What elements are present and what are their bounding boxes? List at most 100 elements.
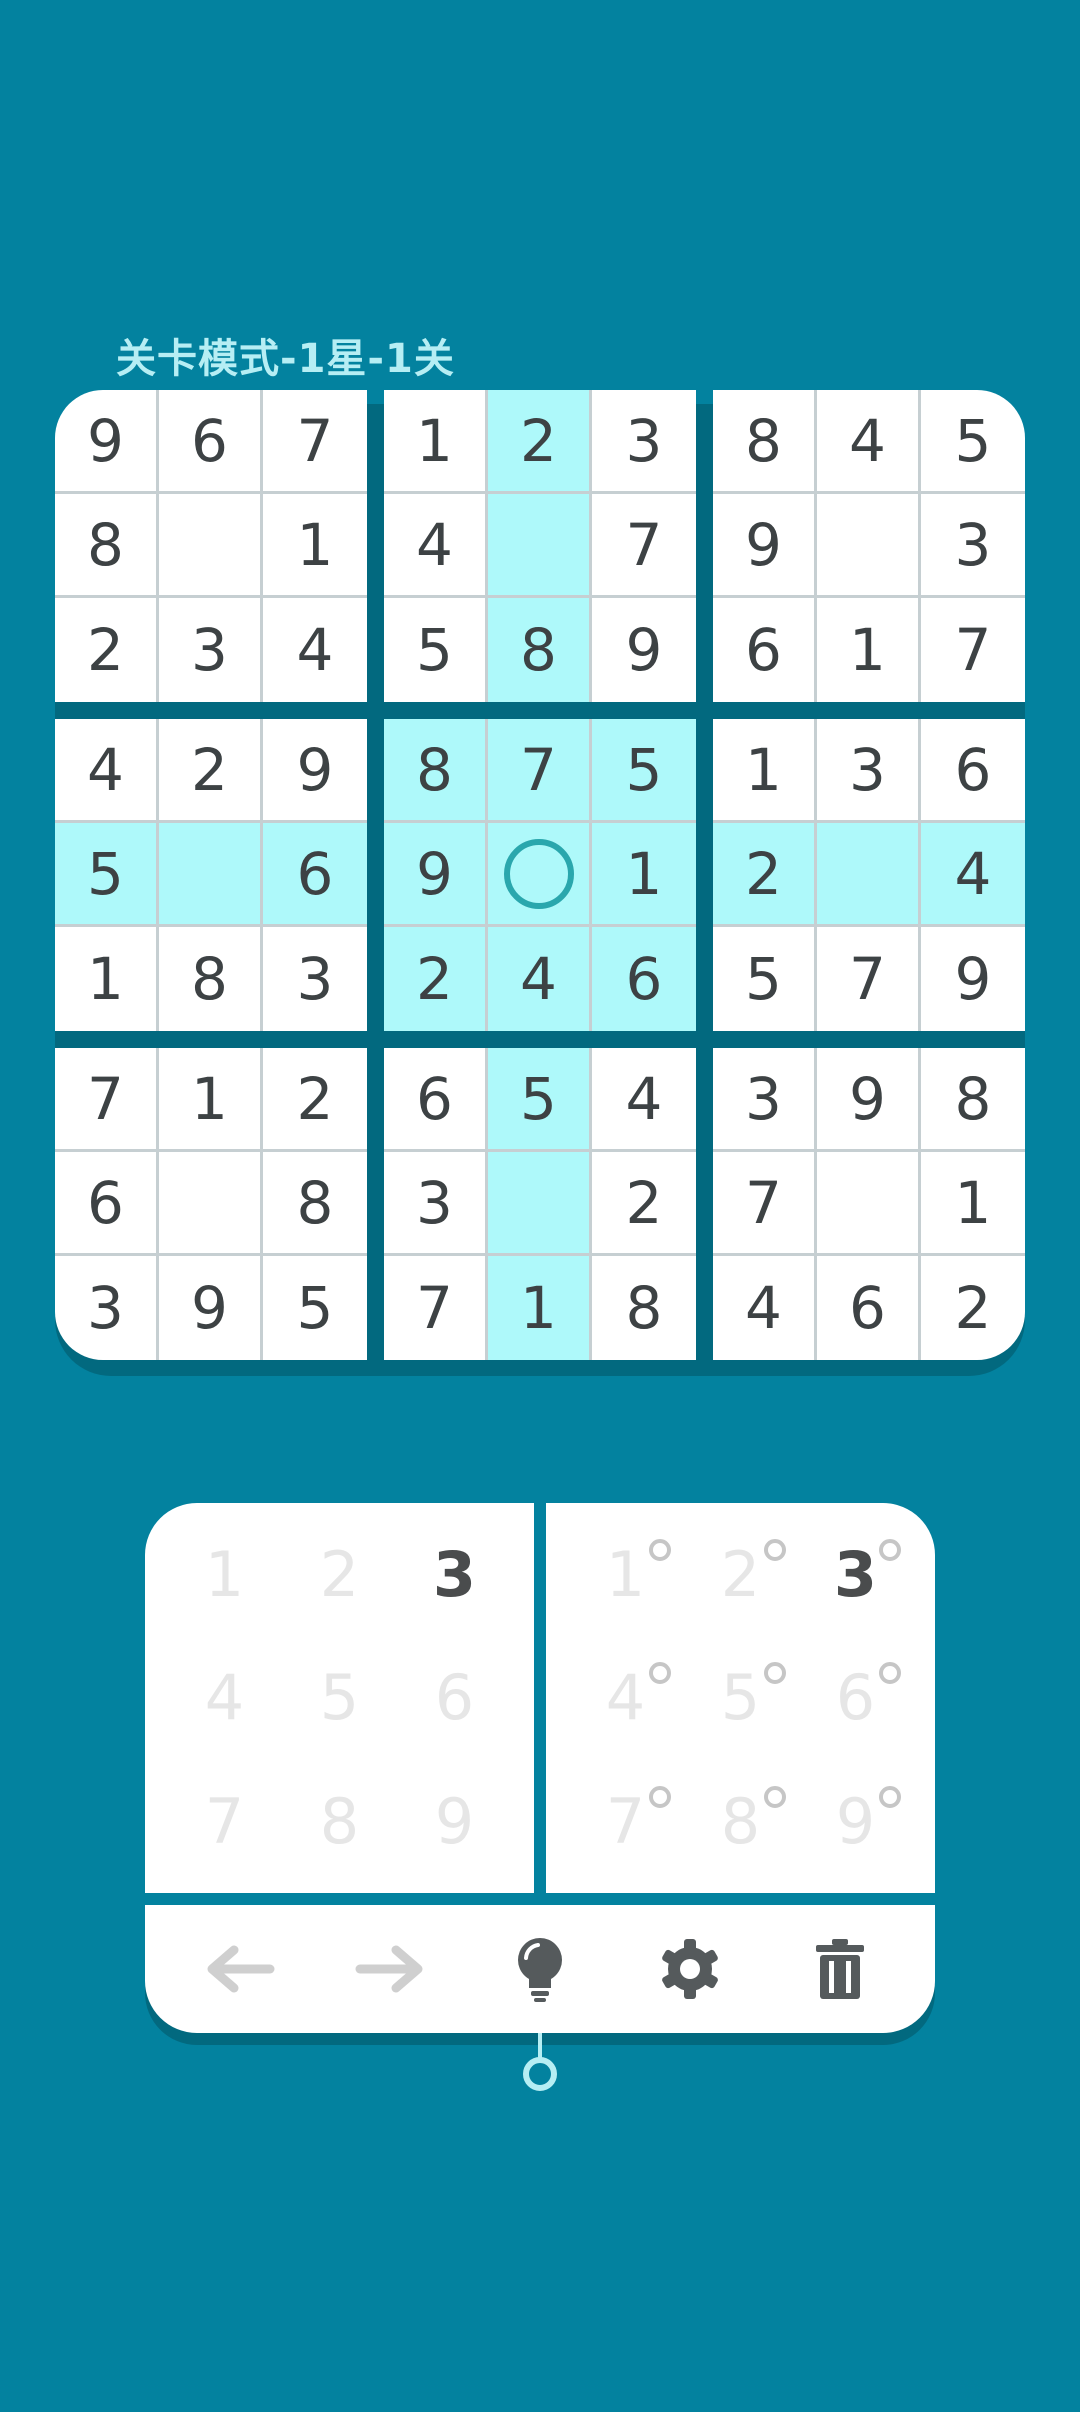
number-key[interactable]: 6: [397, 1636, 512, 1759]
number-key[interactable]: 7: [167, 1760, 282, 1883]
board-cell[interactable]: [817, 1152, 921, 1256]
board-cell[interactable]: 3: [817, 719, 921, 823]
board-cell[interactable]: 5: [592, 719, 696, 823]
board-cell[interactable]: 2: [55, 598, 159, 702]
board-cell[interactable]: 7: [384, 1256, 488, 1360]
board-cell[interactable]: 6: [384, 1048, 488, 1152]
board-cell[interactable]: 1: [592, 823, 696, 927]
board-cell[interactable]: 1: [384, 390, 488, 494]
board-cell[interactable]: 6: [921, 719, 1025, 823]
board-cell[interactable]: [159, 1152, 263, 1256]
board-cell[interactable]: 8: [592, 1256, 696, 1360]
board-cell[interactable]: 9: [713, 494, 817, 598]
board-cell[interactable]: [488, 494, 592, 598]
board-cell[interactable]: [817, 494, 921, 598]
note-key[interactable]: 7: [568, 1760, 683, 1883]
board-cell[interactable]: 2: [159, 719, 263, 823]
board-cell[interactable]: 6: [713, 598, 817, 702]
number-key[interactable]: 8: [282, 1760, 397, 1883]
scroll-handle[interactable]: [520, 2033, 560, 2093]
board-cell[interactable]: 2: [384, 927, 488, 1031]
board-cell[interactable]: 6: [817, 1256, 921, 1360]
board-cell[interactable]: 9: [263, 719, 367, 823]
board-cell[interactable]: 5: [921, 390, 1025, 494]
board-cell[interactable]: 8: [159, 927, 263, 1031]
board-cell[interactable]: [488, 1152, 592, 1256]
board-cell[interactable]: 6: [159, 390, 263, 494]
board-cell[interactable]: 1: [55, 927, 159, 1031]
board-cell[interactable]: 4: [488, 927, 592, 1031]
note-key[interactable]: 4: [568, 1636, 683, 1759]
board-cell[interactable]: 4: [921, 823, 1025, 927]
board-cell[interactable]: 9: [817, 1048, 921, 1152]
number-key[interactable]: 1: [167, 1513, 282, 1636]
board-cell[interactable]: 2: [592, 1152, 696, 1256]
board-cell[interactable]: 3: [592, 390, 696, 494]
board-cell[interactable]: 6: [263, 823, 367, 927]
undo-button[interactable]: [195, 1924, 285, 2014]
board-cell[interactable]: 9: [159, 1256, 263, 1360]
settings-button[interactable]: [645, 1924, 735, 2014]
board-cell[interactable]: 4: [263, 598, 367, 702]
board-cell[interactable]: 4: [713, 1256, 817, 1360]
board-cell[interactable]: 6: [592, 927, 696, 1031]
board-cell[interactable]: 7: [921, 598, 1025, 702]
board-cell[interactable]: 3: [921, 494, 1025, 598]
board-cell[interactable]: 7: [817, 927, 921, 1031]
note-key[interactable]: 9: [798, 1760, 913, 1883]
board-cell[interactable]: 8: [921, 1048, 1025, 1152]
board-cell[interactable]: 8: [263, 1152, 367, 1256]
board-cell[interactable]: 4: [817, 390, 921, 494]
board-cell[interactable]: 1: [817, 598, 921, 702]
board-cell[interactable]: 8: [488, 598, 592, 702]
board-cell[interactable]: 9: [592, 598, 696, 702]
board-cell[interactable]: 3: [159, 598, 263, 702]
board-cell[interactable]: 1: [713, 719, 817, 823]
board-cell[interactable]: 7: [488, 719, 592, 823]
board-cell[interactable]: 2: [713, 823, 817, 927]
number-key[interactable]: 4: [167, 1636, 282, 1759]
board-cell[interactable]: [817, 823, 921, 927]
board-cell[interactable]: 4: [384, 494, 488, 598]
note-key[interactable]: 8: [683, 1760, 798, 1883]
board-cell[interactable]: 5: [55, 823, 159, 927]
board-cell[interactable]: 6: [55, 1152, 159, 1256]
board-cell[interactable]: 1: [159, 1048, 263, 1152]
note-key[interactable]: 3: [798, 1513, 913, 1636]
number-key[interactable]: 5: [282, 1636, 397, 1759]
note-key[interactable]: 5: [683, 1636, 798, 1759]
board-cell[interactable]: 3: [713, 1048, 817, 1152]
hint-button[interactable]: [495, 1924, 585, 2014]
board-cell[interactable]: 5: [488, 1048, 592, 1152]
board-cell[interactable]: [488, 823, 592, 927]
redo-button[interactable]: [345, 1924, 435, 2014]
board-cell[interactable]: 5: [384, 598, 488, 702]
board-cell[interactable]: 7: [55, 1048, 159, 1152]
board-cell[interactable]: 1: [488, 1256, 592, 1360]
board-cell[interactable]: [159, 823, 263, 927]
board-cell[interactable]: 5: [713, 927, 817, 1031]
board-cell[interactable]: 3: [55, 1256, 159, 1360]
board-cell[interactable]: 8: [713, 390, 817, 494]
note-key[interactable]: 2: [683, 1513, 798, 1636]
number-key[interactable]: 3: [397, 1513, 512, 1636]
board-cell[interactable]: 8: [384, 719, 488, 823]
board-cell[interactable]: 1: [921, 1152, 1025, 1256]
board-cell[interactable]: 4: [592, 1048, 696, 1152]
board-cell[interactable]: 5: [263, 1256, 367, 1360]
board-cell[interactable]: 3: [263, 927, 367, 1031]
board-cell[interactable]: 7: [263, 390, 367, 494]
note-key[interactable]: 1: [568, 1513, 683, 1636]
board-cell[interactable]: 7: [592, 494, 696, 598]
board-cell[interactable]: 2: [921, 1256, 1025, 1360]
board-cell[interactable]: 3: [384, 1152, 488, 1256]
board-cell[interactable]: 7: [713, 1152, 817, 1256]
number-key[interactable]: 2: [282, 1513, 397, 1636]
board-cell[interactable]: 2: [263, 1048, 367, 1152]
board-cell[interactable]: 4: [55, 719, 159, 823]
board-cell[interactable]: 1: [263, 494, 367, 598]
board-cell[interactable]: [159, 494, 263, 598]
note-key[interactable]: 6: [798, 1636, 913, 1759]
erase-button[interactable]: [795, 1924, 885, 2014]
board-cell[interactable]: 9: [921, 927, 1025, 1031]
